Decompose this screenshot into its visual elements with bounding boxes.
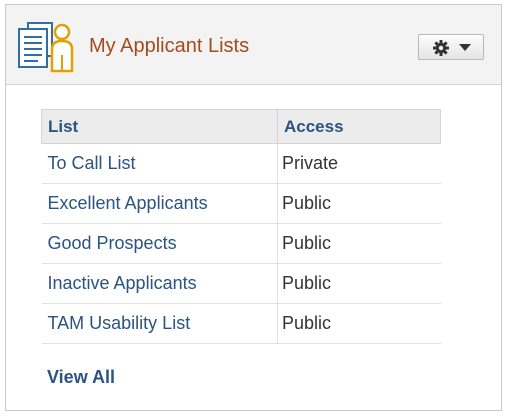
list-name-cell: To Call List	[41, 143, 278, 184]
dropdown-arrow-icon	[459, 44, 471, 51]
list-link[interactable]: Good Prospects	[48, 233, 177, 253]
pagelet-title: My Applicant Lists	[89, 35, 250, 57]
table-row: Excellent Applicants Public	[41, 183, 441, 224]
pagelet-header: My Applicant Lists	[6, 5, 501, 85]
applicant-list-icon	[16, 21, 78, 73]
access-cell: Public	[277, 303, 441, 344]
access-cell: Public	[277, 263, 441, 304]
list-name-cell: Excellent Applicants	[41, 183, 278, 224]
table-row: To Call List Private	[41, 143, 441, 184]
list-link[interactable]: TAM Usability List	[48, 313, 191, 333]
applicant-lists-table: List Access To Call List Private Excelle…	[41, 109, 441, 344]
list-name-cell: Inactive Applicants	[41, 263, 278, 304]
view-all-link[interactable]: View All	[47, 367, 115, 388]
list-link[interactable]: Excellent Applicants	[48, 193, 208, 213]
applicant-lists-content: List Access To Call List Private Excelle…	[41, 109, 441, 344]
table-header-row: List Access	[41, 109, 441, 144]
column-header-access[interactable]: Access	[277, 109, 441, 144]
table-row: TAM Usability List Public	[41, 303, 441, 344]
applicant-lists-pagelet: My Applicant Lists List Access To Call L…	[5, 4, 502, 411]
column-header-list[interactable]: List	[41, 109, 278, 144]
access-cell: Public	[277, 223, 441, 264]
list-name-cell: TAM Usability List	[41, 303, 278, 344]
list-name-cell: Good Prospects	[41, 223, 278, 264]
pagelet-actions-button[interactable]	[418, 34, 484, 60]
access-cell: Private	[277, 143, 441, 184]
table-row: Good Prospects Public	[41, 223, 441, 264]
table-row: Inactive Applicants Public	[41, 263, 441, 304]
list-link[interactable]: Inactive Applicants	[48, 273, 197, 293]
list-link[interactable]: To Call List	[48, 153, 136, 173]
access-cell: Public	[277, 183, 441, 224]
gear-icon	[433, 40, 449, 56]
